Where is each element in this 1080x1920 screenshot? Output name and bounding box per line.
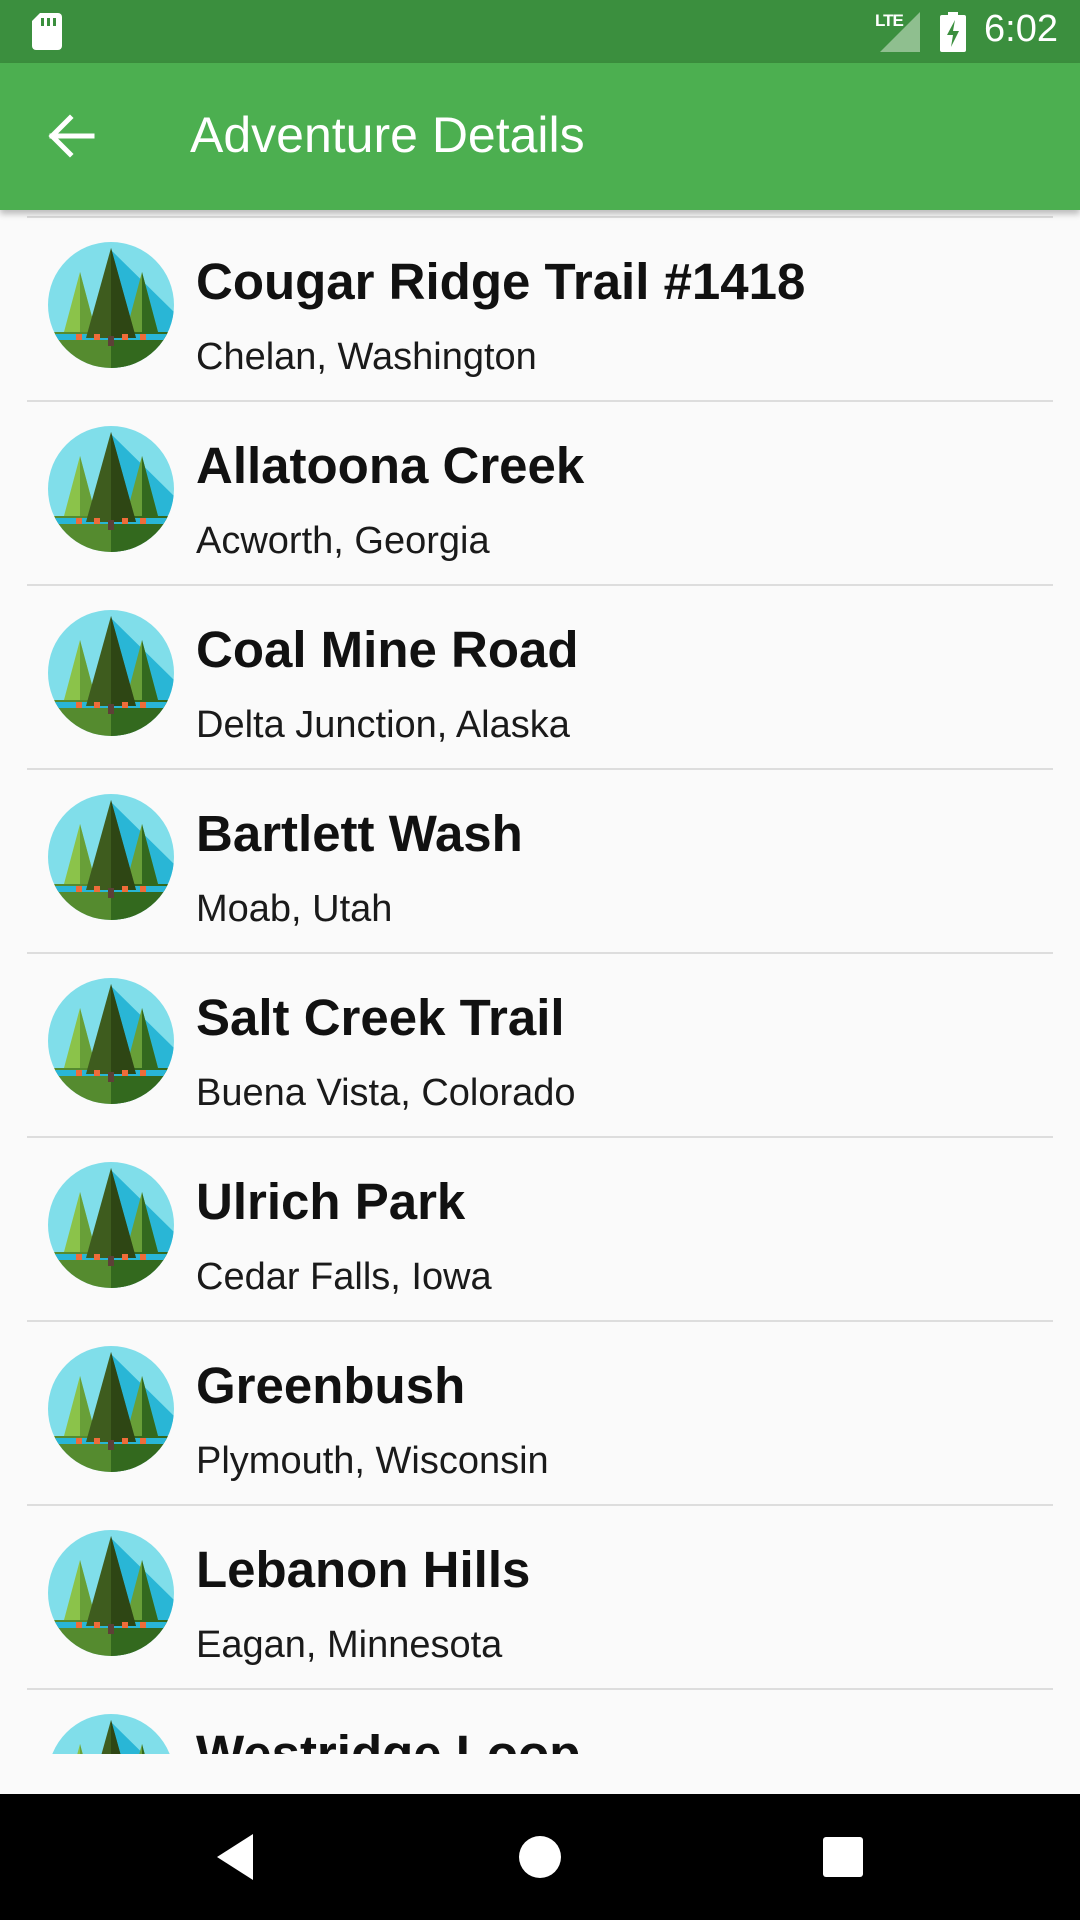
- trail-tree-icon: [48, 794, 174, 920]
- list-item[interactable]: Allatoona Creek Acworth, Georgia: [0, 402, 1080, 586]
- trail-tree-icon: [48, 426, 174, 552]
- list-item[interactable]: Salt Creek Trail Buena Vista, Colorado: [0, 954, 1080, 1138]
- list-item[interactable]: Greenbush Plymouth, Wisconsin: [0, 1322, 1080, 1506]
- signal-icon: [880, 12, 920, 52]
- trail-location: Moab, Utah: [196, 888, 393, 930]
- list-item[interactable]: Bartlett Wash Moab, Utah: [0, 770, 1080, 954]
- nav-recents-icon: [823, 1837, 863, 1877]
- back-button[interactable]: [32, 101, 112, 171]
- trail-tree-icon: [48, 1530, 174, 1656]
- status-bar: LTE 6:02: [0, 0, 1080, 63]
- list-item[interactable]: Coal Mine Road Delta Junction, Alaska: [0, 586, 1080, 770]
- trail-name: Greenbush: [196, 1357, 466, 1414]
- arrow-back-icon: [48, 114, 95, 158]
- trail-name: Salt Creek Trail: [196, 989, 565, 1046]
- trail-location: Eagan, Minnesota: [196, 1624, 503, 1666]
- app-bar: Adventure Details: [0, 63, 1080, 210]
- trail-name: Bartlett Wash: [196, 805, 523, 862]
- list-item[interactable]: Cougar Ridge Trail #1418 Chelan, Washingt…: [0, 218, 1080, 402]
- page-title: Adventure Details: [190, 107, 585, 163]
- trail-tree-icon: [48, 242, 174, 368]
- trail-location: Delta Junction, Alaska: [196, 704, 570, 746]
- nav-back-icon: [217, 1834, 253, 1880]
- trail-tree-icon: [48, 610, 174, 736]
- trail-location: Chelan, Washington: [196, 336, 537, 378]
- list-item[interactable]: Lebanon Hills Eagan, Minnesota: [0, 1506, 1080, 1690]
- clock: 6:02: [984, 8, 1058, 50]
- trail-location: Buena Vista, Colorado: [196, 1072, 576, 1114]
- trail-name: Ulrich Park: [196, 1173, 466, 1230]
- trail-tree-icon: [48, 978, 174, 1104]
- navigation-bar: [0, 1794, 1080, 1920]
- sd-card-icon: [32, 13, 62, 50]
- battery-charging-icon: [940, 12, 966, 52]
- trail-list[interactable]: Cougar Ridge Trail #1418 Chelan, Washingt…: [0, 210, 1080, 1754]
- trail-tree-icon: [48, 1162, 174, 1288]
- list-item[interactable]: Westridge Loop: [0, 1690, 1080, 1754]
- nav-recents-button[interactable]: [808, 1824, 878, 1890]
- trail-tree-icon: [48, 1714, 174, 1754]
- nav-back-button[interactable]: [200, 1824, 270, 1890]
- trail-location: Acworth, Georgia: [196, 520, 490, 562]
- trail-name: Lebanon Hills: [196, 1541, 531, 1598]
- trail-location: Plymouth, Wisconsin: [196, 1440, 549, 1482]
- trail-name: Westridge Loop: [196, 1725, 581, 1754]
- trail-name: Cougar Ridge Trail #1418: [196, 253, 806, 310]
- trail-name: Allatoona Creek: [196, 437, 585, 494]
- trail-name: Coal Mine Road: [196, 621, 579, 678]
- nav-home-button[interactable]: [505, 1824, 575, 1890]
- trail-tree-icon: [48, 1346, 174, 1472]
- nav-home-icon: [519, 1836, 561, 1878]
- list-item[interactable]: Ulrich Park Cedar Falls, Iowa: [0, 1138, 1080, 1322]
- trail-location: Cedar Falls, Iowa: [196, 1256, 492, 1298]
